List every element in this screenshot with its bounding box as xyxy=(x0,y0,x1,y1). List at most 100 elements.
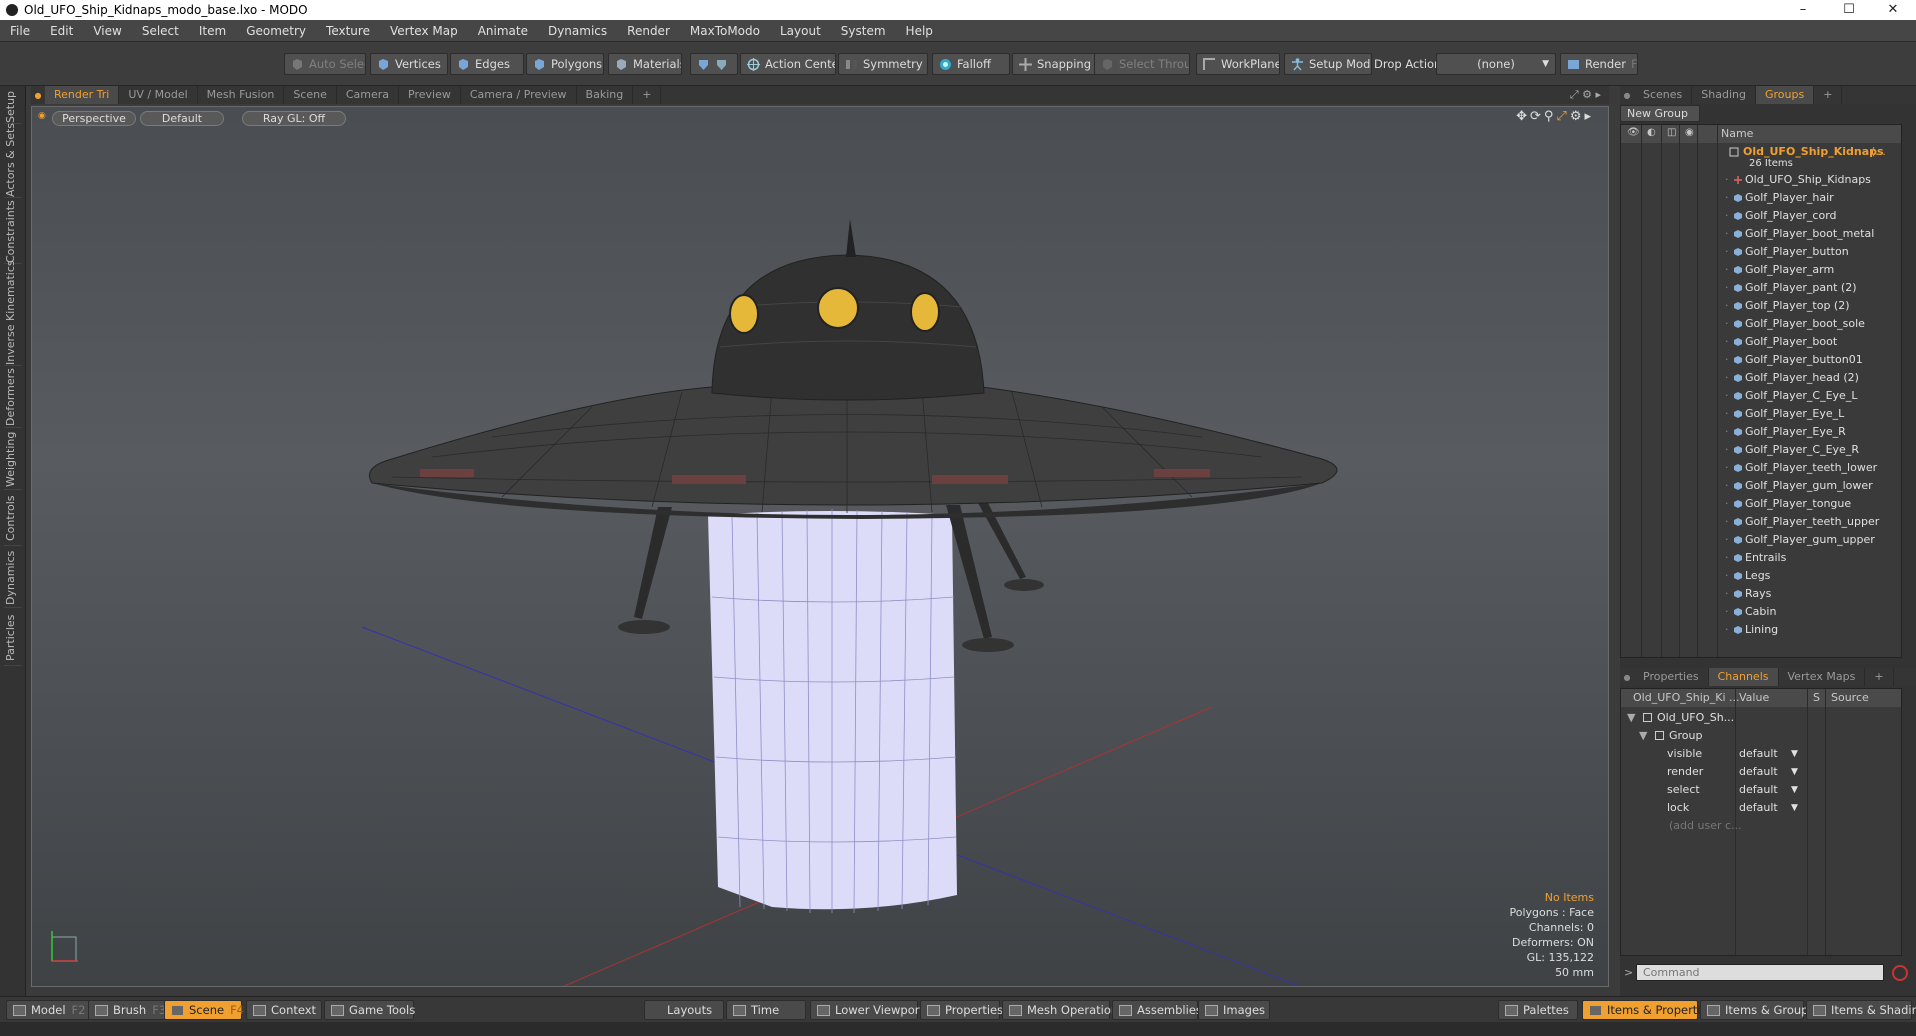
items-properties-button[interactable]: Items & Properties xyxy=(1582,1000,1714,1020)
tab-render-tri[interactable]: Render Tri xyxy=(45,86,120,104)
polygons-button[interactable]: Polygons xyxy=(526,53,604,75)
visibility-header-icon[interactable]: 👁 xyxy=(1627,127,1640,138)
symmetry-toggle-group[interactable] xyxy=(690,53,738,75)
add-properties-tab-button[interactable]: + xyxy=(1865,668,1894,686)
channel-value[interactable]: default xyxy=(1739,763,1778,781)
tab-preview[interactable]: Preview xyxy=(399,86,461,104)
falloff-button[interactable]: Falloff xyxy=(932,53,1010,75)
layouts-button[interactable]: Layouts xyxy=(644,1000,724,1020)
group-item-row[interactable]: · Cabin xyxy=(1621,603,1901,621)
menu-dynamics[interactable]: Dynamics xyxy=(538,24,617,38)
tab-scene[interactable]: Scene xyxy=(284,86,337,104)
tab-groups[interactable]: Groups xyxy=(1755,86,1815,104)
group-item-row[interactable]: · Golf_Player_top (2) xyxy=(1621,297,1901,315)
expand-group-icon[interactable]: ▼ xyxy=(1639,727,1647,745)
tab-scenes[interactable]: Scenes xyxy=(1634,86,1693,104)
channel-item-row[interactable]: ▼ Old_UFO_Sh... xyxy=(1621,709,1901,727)
vtab-inverse-kinematics[interactable]: Inverse Kinematics xyxy=(4,260,22,366)
drop-action-select[interactable]: (none) ▼ xyxy=(1436,53,1556,75)
viewport-expand-icon[interactable]: ⤢ ⚙ ▸ xyxy=(1570,88,1601,102)
vtab-constraints[interactable]: Constraints xyxy=(4,200,22,264)
scene-layout-button[interactable]: Scene F4 xyxy=(164,1000,244,1020)
menu-texture[interactable]: Texture xyxy=(316,24,380,38)
channel-value[interactable]: default xyxy=(1739,799,1778,817)
group-item-row[interactable]: · Golf_Player_teeth_upper xyxy=(1621,513,1901,531)
context-layout-button[interactable]: Context xyxy=(246,1000,322,1020)
group-item-row[interactable]: · Golf_Player_C_Eye_L xyxy=(1621,387,1901,405)
menu-system[interactable]: System xyxy=(831,24,896,38)
group-item-row[interactable]: · Golf_Player_boot_metal xyxy=(1621,225,1901,243)
tab-camera-preview[interactable]: Camera / Preview xyxy=(461,86,577,104)
brush-layout-button[interactable]: Brush F3 xyxy=(88,1000,168,1020)
vtab-particles[interactable]: Particles xyxy=(4,610,22,666)
vtab-actors-sets[interactable]: Actors & Sets xyxy=(4,123,22,198)
vtab-controls[interactable]: Controls xyxy=(4,492,22,546)
assemblies-button[interactable]: Assemblies xyxy=(1112,1000,1202,1020)
group-item-row[interactable]: · Golf_Player_gum_lower xyxy=(1621,477,1901,495)
tab-properties[interactable]: Properties xyxy=(1634,668,1709,686)
channel-value[interactable]: default xyxy=(1739,781,1778,799)
setup-mode-button[interactable]: Setup Mode xyxy=(1284,53,1372,75)
group-item-row[interactable]: · Golf_Player_gum_upper xyxy=(1621,531,1901,549)
snapping-button[interactable]: Snapping xyxy=(1012,53,1096,75)
lock-header-icon[interactable]: ◫ xyxy=(1667,127,1676,138)
vertices-button[interactable]: Vertices xyxy=(370,53,448,75)
record-macro-icon[interactable] xyxy=(1892,965,1908,981)
close-button[interactable]: ✕ xyxy=(1870,0,1916,20)
render-button[interactable]: RenderF9 xyxy=(1560,53,1638,75)
channel-row[interactable]: lock default ▼ xyxy=(1621,799,1901,817)
group-item-row[interactable]: · Golf_Player_button01 xyxy=(1621,351,1901,369)
channel-row[interactable]: render default ▼ xyxy=(1621,763,1901,781)
menu-help[interactable]: Help xyxy=(896,24,943,38)
workplane-button[interactable]: WorkPlane xyxy=(1196,53,1280,75)
game-tools-layout-button[interactable]: Game Tools xyxy=(324,1000,415,1020)
group-item-row[interactable]: · Golf_Player_pant (2) xyxy=(1621,279,1901,297)
menu-render[interactable]: Render xyxy=(617,24,680,38)
group-item-row[interactable]: · Golf_Player_boot_sole xyxy=(1621,315,1901,333)
add-tab-button[interactable]: + xyxy=(633,86,662,104)
menu-vertex-map[interactable]: Vertex Map xyxy=(380,24,468,38)
channel-value[interactable]: default xyxy=(1739,745,1778,763)
group-item-row[interactable]: · Golf_Player_cord xyxy=(1621,207,1901,225)
tab-shading[interactable]: Shading xyxy=(1692,86,1756,104)
menu-edit[interactable]: Edit xyxy=(40,24,83,38)
model-layout-button[interactable]: Model F2 xyxy=(6,1000,94,1020)
symmetry-button[interactable]: Symmetry xyxy=(838,53,928,75)
chevron-down-icon[interactable]: ▼ xyxy=(1791,799,1798,817)
group-item-row[interactable]: · Old_UFO_Ship_Kidnaps xyxy=(1621,171,1901,189)
channel-row[interactable]: visible default ▼ xyxy=(1621,745,1901,763)
tab-uv-model[interactable]: UV / Model xyxy=(119,86,198,104)
render-header-icon[interactable]: ◐ xyxy=(1647,127,1656,138)
minimize-button[interactable]: – xyxy=(1780,0,1826,20)
group-item-row[interactable]: · Golf_Player_arm xyxy=(1621,261,1901,279)
select-header-icon[interactable]: ◉ xyxy=(1685,127,1694,138)
properties-button[interactable]: Properties xyxy=(920,1000,1003,1020)
select-through-button[interactable]: Select Through xyxy=(1094,53,1190,75)
images-button[interactable]: Images xyxy=(1198,1000,1270,1020)
menu-animate[interactable]: Animate xyxy=(468,24,538,38)
group-item-row[interactable]: · Golf_Player_Eye_R xyxy=(1621,423,1901,441)
group-item-row[interactable]: · Golf_Player_C_Eye_R xyxy=(1621,441,1901,459)
tab-vertex-maps[interactable]: Vertex Maps xyxy=(1779,668,1866,686)
mesh-operations-button[interactable]: Mesh Operations xyxy=(1002,1000,1124,1020)
palettes-button[interactable]: Palettes xyxy=(1498,1000,1578,1020)
items-shading-button[interactable]: Items & Shading xyxy=(1806,1000,1916,1020)
action-center-button[interactable]: Action Center xyxy=(740,53,836,75)
time-button[interactable]: Time xyxy=(726,1000,806,1020)
3d-viewport[interactable]: ◉ Perspective Default Ray GL: Off ✥⟳⚲⤢⚙▸ xyxy=(31,106,1609,987)
tab-channels[interactable]: Channels xyxy=(1708,668,1779,686)
command-input[interactable] xyxy=(1636,964,1884,981)
chevron-down-icon[interactable]: ▼ xyxy=(1791,763,1798,781)
group-item-row[interactable]: · Golf_Player_button xyxy=(1621,243,1901,261)
menu-maxtomodo[interactable]: MaxToModo xyxy=(680,24,770,38)
chevron-down-icon[interactable]: ▼ xyxy=(1791,745,1798,763)
menu-geometry[interactable]: Geometry xyxy=(236,24,316,38)
tab-baking[interactable]: Baking xyxy=(577,86,634,104)
items-groups-button[interactable]: Items & Groups xyxy=(1700,1000,1814,1020)
group-item-row[interactable]: · Golf_Player_head (2) xyxy=(1621,369,1901,387)
group-item-row[interactable]: · Lining xyxy=(1621,621,1901,639)
tab-camera[interactable]: Camera xyxy=(337,86,400,104)
menu-item[interactable]: Item xyxy=(189,24,236,38)
menu-layout[interactable]: Layout xyxy=(770,24,831,38)
menu-file[interactable]: File xyxy=(0,24,40,38)
